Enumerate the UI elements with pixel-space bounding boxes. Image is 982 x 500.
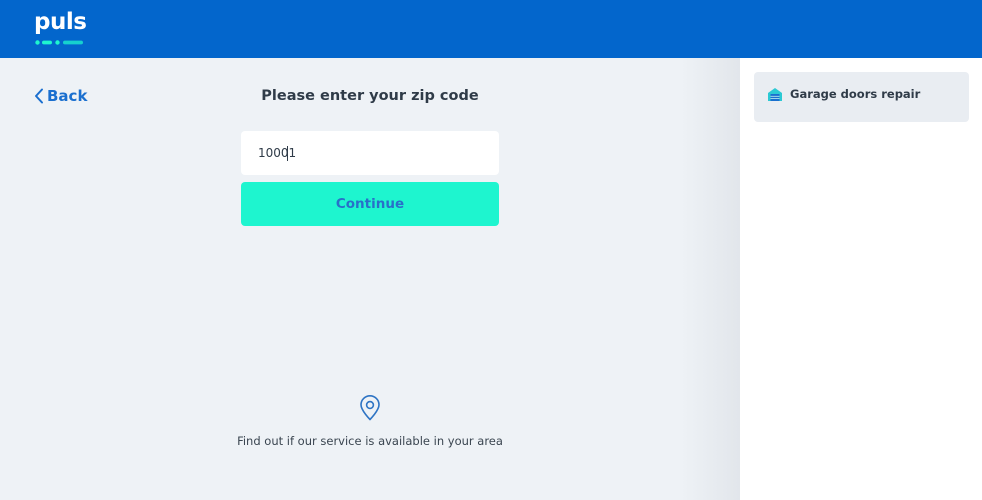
puls-logo[interactable]: puls: [34, 9, 87, 45]
top-header: puls: [0, 0, 982, 58]
logo-text: puls: [34, 9, 87, 35]
text-caret: [287, 146, 288, 161]
page-title: Please enter your zip code: [261, 88, 479, 104]
selected-service-card: Garage doors repair: [754, 72, 969, 122]
back-label: Back: [47, 87, 88, 105]
main-content: Back Please enter your zip code Continue…: [0, 58, 740, 500]
back-button[interactable]: Back: [34, 87, 87, 105]
garage-icon: [768, 87, 782, 101]
service-label: Garage doors repair: [790, 87, 921, 101]
chevron-left-icon: [35, 88, 43, 104]
sidebar: Garage doors repair: [740, 58, 982, 500]
location-pin-icon: [360, 395, 380, 421]
logo-dots-icon: [35, 40, 83, 45]
zip-code-input[interactable]: [241, 131, 499, 175]
service-availability-text: Find out if our service is available in …: [237, 434, 503, 448]
continue-button[interactable]: Continue: [241, 182, 499, 226]
